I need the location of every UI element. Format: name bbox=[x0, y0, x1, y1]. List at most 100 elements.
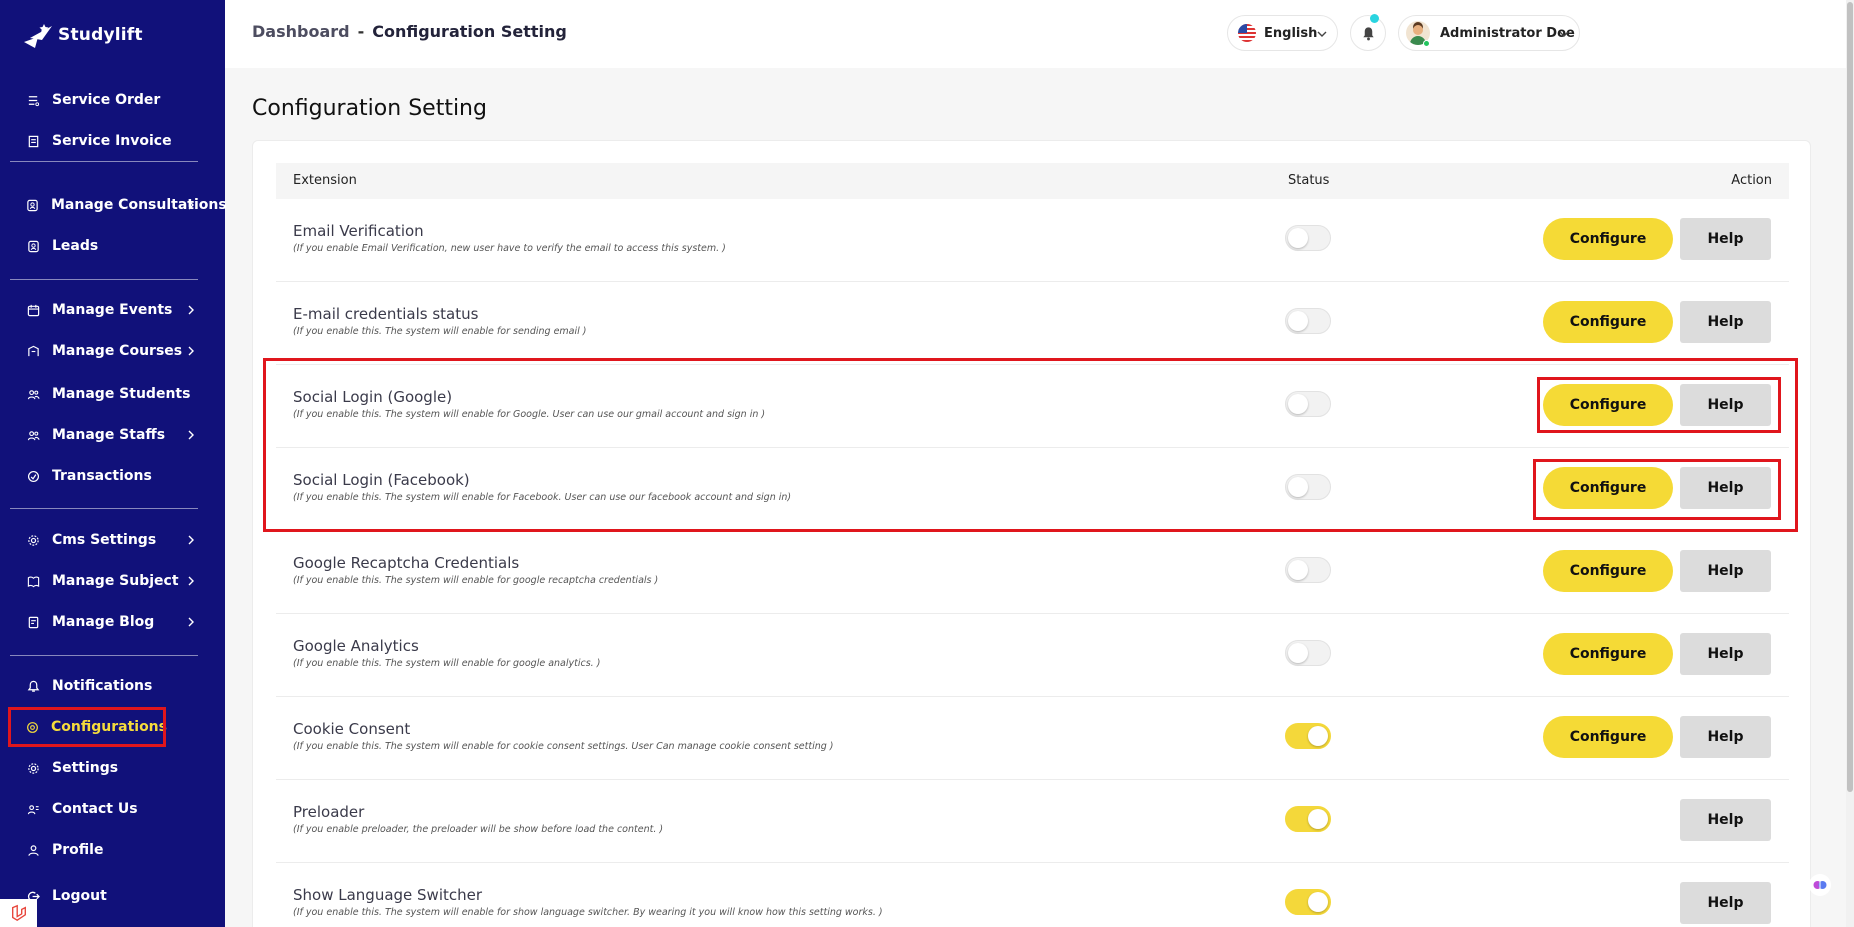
configure-button[interactable]: Configure bbox=[1543, 633, 1673, 675]
sidebar-item-label: Settings bbox=[52, 760, 119, 776]
language-switcher[interactable]: English bbox=[1227, 15, 1338, 51]
help-button[interactable]: Help bbox=[1680, 799, 1771, 841]
column-action: Action bbox=[1731, 173, 1772, 188]
user-name: Administrator Doe bbox=[1440, 25, 1575, 41]
blog-icon bbox=[26, 615, 40, 629]
sidebar-item-manage-staffs[interactable]: Manage Staffs bbox=[10, 417, 198, 453]
students-icon bbox=[26, 387, 40, 401]
page-title: Configuration Setting bbox=[252, 96, 487, 121]
help-button[interactable]: Help bbox=[1680, 384, 1771, 426]
language-label: English bbox=[1264, 25, 1318, 41]
configure-button[interactable]: Configure bbox=[1543, 716, 1673, 758]
brand[interactable]: Studylift bbox=[22, 20, 143, 50]
extension-title: Show Language Switcher bbox=[293, 886, 483, 904]
calendar-icon bbox=[26, 303, 40, 317]
sidebar-item-settings[interactable]: Settings bbox=[10, 750, 198, 786]
table-row: Google Recaptcha Credentials (If you enab… bbox=[276, 531, 1789, 614]
us-flag-icon bbox=[1238, 24, 1256, 42]
sidebar-item-manage-subject[interactable]: Manage Subject bbox=[10, 563, 198, 599]
configure-button[interactable]: Configure bbox=[1543, 467, 1673, 509]
sidebar-item-manage-consultations[interactable]: Manage Consultations bbox=[10, 187, 227, 223]
breadcrumb-dashboard[interactable]: Dashboard bbox=[252, 22, 350, 41]
status-toggle[interactable] bbox=[1285, 640, 1331, 666]
status-toggle[interactable] bbox=[1285, 889, 1331, 915]
sidebar-item-service-invoice[interactable]: Service Invoice bbox=[10, 123, 198, 159]
extension-title: Email Verification bbox=[293, 222, 424, 240]
chevron-down-icon bbox=[1559, 31, 1569, 37]
chevron-right-icon bbox=[188, 576, 194, 586]
sidebar-item-manage-events[interactable]: Manage Events bbox=[10, 292, 198, 328]
help-button[interactable]: Help bbox=[1680, 301, 1771, 343]
extension-title: Preloader bbox=[293, 803, 365, 821]
assistant-brain-icon[interactable] bbox=[1809, 874, 1831, 896]
chevron-right-icon bbox=[188, 305, 194, 315]
page-scrollbar[interactable] bbox=[1846, 0, 1854, 927]
table-row: Social Login (Facebook) (If you enable th… bbox=[276, 448, 1789, 531]
notifications-button[interactable] bbox=[1350, 15, 1386, 51]
sidebar-item-manage-students[interactable]: Manage Students bbox=[10, 376, 198, 412]
extension-title: Google Recaptcha Credentials bbox=[293, 554, 520, 572]
sidebar-item-service-order[interactable]: Service Order bbox=[10, 82, 198, 118]
help-button[interactable]: Help bbox=[1680, 716, 1771, 758]
configure-button[interactable]: Configure bbox=[1543, 550, 1673, 592]
settings-gear-icon bbox=[26, 761, 40, 775]
toggle-knob bbox=[1308, 809, 1328, 829]
extension-title: E-mail credentials status bbox=[293, 305, 479, 323]
online-status-dot bbox=[1423, 40, 1430, 47]
extension-description: (If you enable this. The system will ena… bbox=[293, 492, 792, 503]
breadcrumb-separator: - bbox=[357, 22, 365, 41]
topbar: Dashboard - Configuration Setting bbox=[225, 0, 1846, 68]
chevron-down-icon bbox=[1317, 31, 1327, 37]
sidebar-item-label: Manage Subject bbox=[52, 573, 179, 589]
extension-title: Cookie Consent bbox=[293, 720, 411, 738]
configure-button[interactable]: Configure bbox=[1543, 218, 1673, 260]
sidebar-item-label: Transactions bbox=[52, 468, 152, 484]
status-toggle[interactable] bbox=[1285, 723, 1331, 749]
sidebar-item-label: Notifications bbox=[52, 678, 153, 694]
studylift-logo-icon bbox=[22, 20, 56, 50]
status-toggle[interactable] bbox=[1285, 806, 1331, 832]
status-toggle[interactable] bbox=[1285, 391, 1331, 417]
extension-description: (If you enable this. The system will ena… bbox=[293, 658, 601, 669]
configure-button[interactable]: Configure bbox=[1543, 384, 1673, 426]
sidebar-item-configurations[interactable]: Configurations bbox=[8, 707, 167, 747]
table-row: Email Verification (If you enable Email V… bbox=[276, 199, 1789, 282]
status-toggle[interactable] bbox=[1285, 225, 1331, 251]
chevron-right-icon bbox=[188, 430, 194, 440]
sidebar-item-manage-blog[interactable]: Manage Blog bbox=[10, 604, 198, 640]
status-toggle[interactable] bbox=[1285, 308, 1331, 334]
help-button[interactable]: Help bbox=[1680, 218, 1771, 260]
extension-description: (If you enable this. The system will ena… bbox=[293, 907, 883, 918]
help-button[interactable]: Help bbox=[1680, 467, 1771, 509]
laravel-logo-icon bbox=[0, 899, 37, 927]
toggle-knob bbox=[1288, 477, 1308, 497]
scrollbar-thumb[interactable] bbox=[1847, 2, 1853, 792]
table-header: Extension Status Action bbox=[276, 163, 1789, 199]
invoice-icon bbox=[26, 134, 40, 148]
help-button[interactable]: Help bbox=[1680, 633, 1771, 675]
sidebar-item-notifications[interactable]: Notifications bbox=[10, 668, 198, 704]
cms-gear-icon bbox=[26, 533, 40, 547]
help-button[interactable]: Help bbox=[1680, 550, 1771, 592]
sidebar-item-leads[interactable]: Leads bbox=[10, 228, 198, 264]
sidebar-item-cms-settings[interactable]: Cms Settings bbox=[10, 522, 198, 558]
sidebar-item-logout[interactable]: Logout bbox=[10, 878, 198, 914]
sidebar-item-profile[interactable]: Profile bbox=[10, 832, 198, 868]
status-toggle[interactable] bbox=[1285, 557, 1331, 583]
help-button[interactable]: Help bbox=[1680, 882, 1771, 924]
sidebar-divider bbox=[10, 161, 198, 162]
status-toggle[interactable] bbox=[1285, 474, 1331, 500]
sidebar-item-transactions[interactable]: Transactions bbox=[10, 458, 198, 494]
table-row: Google Analytics (If you enable this. The… bbox=[276, 614, 1789, 697]
sidebar-item-manage-courses[interactable]: Manage Courses bbox=[10, 333, 198, 369]
toggle-knob bbox=[1288, 228, 1308, 248]
extension-description: (If you enable this. The system will ena… bbox=[293, 741, 834, 752]
extension-description: (If you enable preloader, the preloader … bbox=[293, 824, 664, 835]
configure-button[interactable]: Configure bbox=[1543, 301, 1673, 343]
table-row: Show Language Switcher (If you enable thi… bbox=[276, 863, 1789, 927]
breadcrumb: Dashboard - Configuration Setting bbox=[252, 22, 567, 41]
config-icon bbox=[26, 720, 39, 734]
extension-title: Social Login (Google) bbox=[293, 388, 453, 406]
sidebar-item-contact-us[interactable]: Contact Us bbox=[10, 791, 198, 827]
bell-icon bbox=[26, 679, 40, 693]
